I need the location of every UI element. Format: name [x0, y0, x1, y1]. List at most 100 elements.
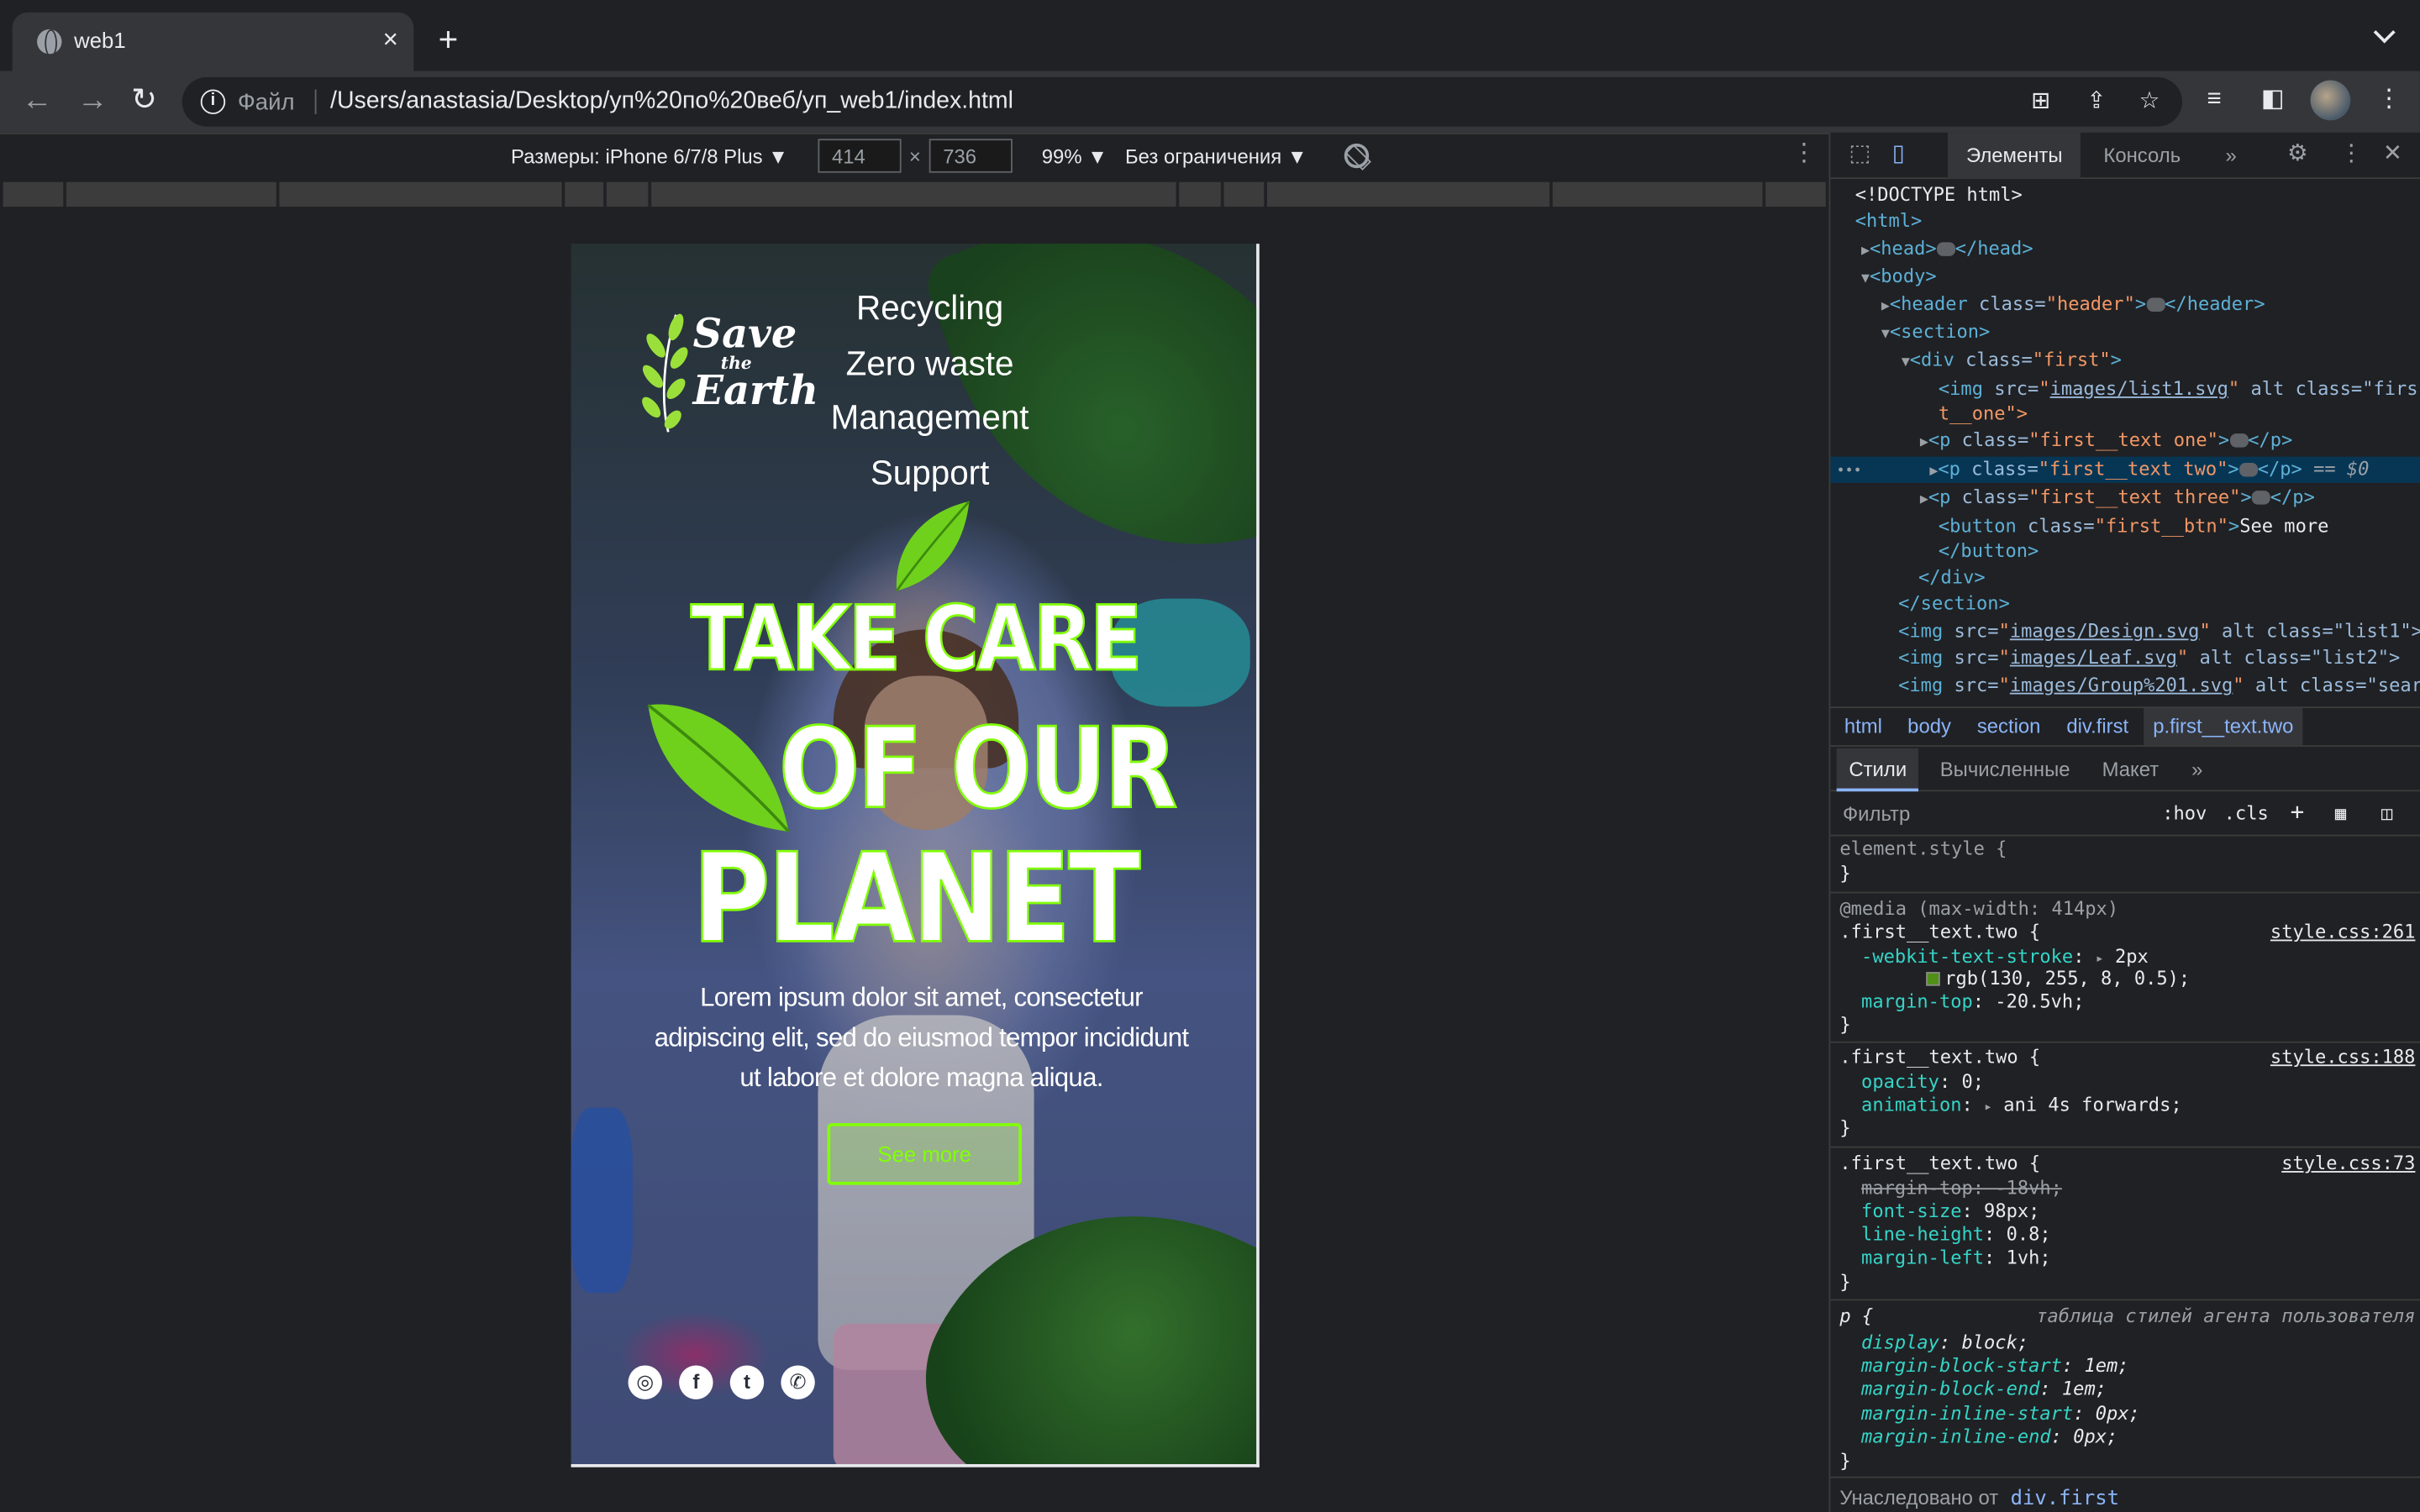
hover-state-button[interactable]: :hov	[2162, 802, 2207, 824]
css-declaration[interactable]: line-height: 0.8;	[1839, 1224, 2418, 1247]
dom-node[interactable]: ▼<section>	[1830, 319, 2420, 345]
dom-node[interactable]: ▶<p class="first__text one"> </p>	[1830, 428, 2420, 454]
devtools-menu-icon[interactable]: ⋮	[2339, 141, 2363, 166]
dom-node[interactable]: <img src="images/Group%201.svg" alt clas…	[1830, 673, 2420, 699]
dom-node[interactable]: </div>	[1830, 564, 2420, 591]
dom-node[interactable]: <img src="images/Design.svg" alt class="…	[1830, 619, 2420, 645]
class-toggle-button[interactable]: .cls	[2224, 802, 2269, 824]
css-declaration[interactable]: margin-top: -20.5vh;	[1839, 990, 2418, 1014]
collapsed-ellipsis[interactable]	[1936, 242, 1955, 256]
close-devtools-icon[interactable]: ✕	[2383, 141, 2402, 166]
collapsed-ellipsis[interactable]	[2238, 463, 2258, 477]
device-width-input[interactable]: 414	[818, 139, 902, 173]
breadcrumb-item-selected[interactable]: p.first__text.two	[2144, 708, 2303, 746]
twitter-icon[interactable]: t	[729, 1365, 765, 1399]
media-query-segment[interactable]	[565, 181, 605, 207]
media-query-segment[interactable]	[279, 181, 564, 207]
source-link[interactable]: style.css:261	[2270, 921, 2416, 945]
tab-search-icon[interactable]	[2373, 21, 2396, 44]
rule-selector[interactable]: element.style {	[1839, 837, 2418, 861]
collapsed-ellipsis[interactable]	[2229, 433, 2249, 448]
source-link[interactable]: style.css:73	[2281, 1152, 2415, 1176]
save-the-earth-logo[interactable]: Save the Earth	[639, 308, 818, 447]
dom-node[interactable]: <button class="first__btn">See more	[1830, 514, 2420, 540]
media-query-segment[interactable]	[651, 181, 1178, 207]
device-selector[interactable]: Размеры: iPhone 6/7/8 Plus ▼	[511, 145, 788, 169]
dom-node-selected[interactable]: ••• ▶<p class="first__text two"> </p> == $…	[1830, 456, 2420, 483]
dom-node[interactable]: <html>	[1830, 208, 2420, 234]
dom-node[interactable]: ▶<head> </head>	[1830, 236, 2420, 262]
collapsed-ellipsis[interactable]	[2251, 491, 2270, 505]
new-tab-button[interactable]: +	[439, 21, 459, 59]
tab-layout[interactable]: Макет	[2090, 748, 2171, 791]
settings-gear-icon[interactable]: ⚙	[2287, 141, 2308, 166]
dom-node[interactable]: ▶<header class="header"> </header>	[1830, 291, 2420, 318]
rule-selector[interactable]: .first__text.two {style.css:188	[1839, 1046, 2418, 1069]
share-icon[interactable]: ⇪	[2086, 89, 2106, 114]
media-query-segment[interactable]	[1765, 181, 1828, 207]
browser-menu-icon[interactable]: ⋮	[2377, 87, 2402, 114]
breadcrumb-item[interactable]: html	[1844, 714, 1882, 738]
facebook-icon[interactable]: f	[679, 1365, 713, 1399]
dom-node[interactable]: <img src="images/Leaf.svg" alt class="li…	[1830, 645, 2420, 671]
tab-console[interactable]: Консоль	[2085, 133, 2199, 179]
tab-elements[interactable]: Элементы	[1947, 132, 2081, 180]
throttling-selector[interactable]: Без ограничения ▼	[1125, 145, 1307, 169]
breadcrumb-item[interactable]: section	[1977, 714, 2041, 738]
nav-item-management[interactable]: Management	[795, 391, 1065, 445]
media-query-segment[interactable]	[1179, 181, 1223, 207]
dom-node[interactable]: <!DOCTYPE html>	[1830, 182, 2420, 208]
nav-item-recycling[interactable]: Recycling	[795, 281, 1065, 335]
sidebar-toggle-icon[interactable]: ◫	[2381, 802, 2392, 824]
dom-node[interactable]: ▼<body>	[1830, 264, 2420, 290]
resource-link[interactable]: images/list1.svg	[2050, 378, 2228, 400]
info-icon[interactable]: i	[200, 89, 226, 114]
dom-node[interactable]: ▶<p class="first__text three"> </p>	[1830, 485, 2420, 511]
more-tabs-icon[interactable]: »	[2207, 133, 2254, 179]
resource-link[interactable]: images/Design.svg	[2010, 620, 2200, 642]
tab-computed[interactable]: Вычисленные	[1928, 748, 2082, 791]
dom-node[interactable]: ▼<div class="first">	[1830, 347, 2420, 373]
url-text[interactable]: /Users/anastasia/Desktop/уп%20по%20веб/у…	[330, 88, 1013, 116]
device-more-icon[interactable]: ⋮	[1791, 140, 1816, 168]
bookmark-star-icon[interactable]: ☆	[2139, 89, 2160, 114]
device-toggle-icon[interactable]: ▯	[1892, 141, 1905, 166]
color-swatch[interactable]	[1926, 972, 1940, 986]
rule-selector[interactable]: .first__text.two {style.css:261	[1839, 921, 2418, 945]
media-query-segment[interactable]	[3, 181, 66, 207]
css-declaration-overridden[interactable]: margin-top: -18vh;	[1839, 1177, 2418, 1200]
css-declaration[interactable]: -webkit-text-stroke: ▸ 2px	[1839, 946, 2418, 969]
tab-styles[interactable]: Стили	[1836, 748, 1919, 792]
more-tabs-icon[interactable]: »	[2179, 748, 2215, 791]
resource-link[interactable]: images/Group%201.svg	[2010, 675, 2233, 696]
media-query-segment[interactable]	[66, 181, 278, 207]
forward-button[interactable]: →	[77, 83, 108, 117]
reload-button[interactable]: ↻	[131, 83, 157, 117]
whatsapp-icon[interactable]: ✆	[781, 1365, 815, 1399]
filter-input[interactable]: Фильтр	[1836, 797, 2146, 832]
collapsed-ellipsis[interactable]	[2146, 297, 2165, 312]
inherited-link[interactable]: div.first	[2011, 1488, 2119, 1511]
resource-link[interactable]: images/Leaf.svg	[2010, 647, 2177, 669]
breadcrumb-item[interactable]: div.first	[2066, 714, 2128, 738]
css-declaration[interactable]: font-size: 98px;	[1839, 1200, 2418, 1224]
address-bar[interactable]: i Файл /Users/anastasia/Desktop/уп%20по%…	[182, 76, 2183, 127]
translate-icon[interactable]: ⊞	[2031, 89, 2050, 114]
close-tab-icon[interactable]: ×	[383, 24, 398, 55]
inspect-element-icon[interactable]: ⬚	[1849, 141, 1870, 166]
nav-item-support[interactable]: Support	[795, 445, 1065, 500]
back-button[interactable]: ←	[22, 83, 53, 117]
media-query-segment[interactable]	[606, 181, 650, 207]
device-height-input[interactable]: 736	[929, 139, 1013, 173]
add-rule-button[interactable]: +	[2291, 798, 2305, 826]
media-query-segment[interactable]	[1266, 181, 1551, 207]
css-declaration[interactable]: opacity: 0;	[1839, 1071, 2418, 1095]
media-query-segment[interactable]	[1552, 181, 1765, 207]
media-query-segment[interactable]	[1223, 181, 1266, 207]
see-more-button[interactable]: See more	[827, 1123, 1022, 1185]
instagram-icon[interactable]: ◎	[628, 1365, 662, 1399]
profile-avatar[interactable]	[2310, 80, 2351, 121]
css-declaration[interactable]: margin-left: 1vh;	[1839, 1247, 2418, 1270]
source-link[interactable]: style.css:188	[2270, 1046, 2416, 1069]
more-dots-icon[interactable]: •••	[1837, 465, 1862, 480]
